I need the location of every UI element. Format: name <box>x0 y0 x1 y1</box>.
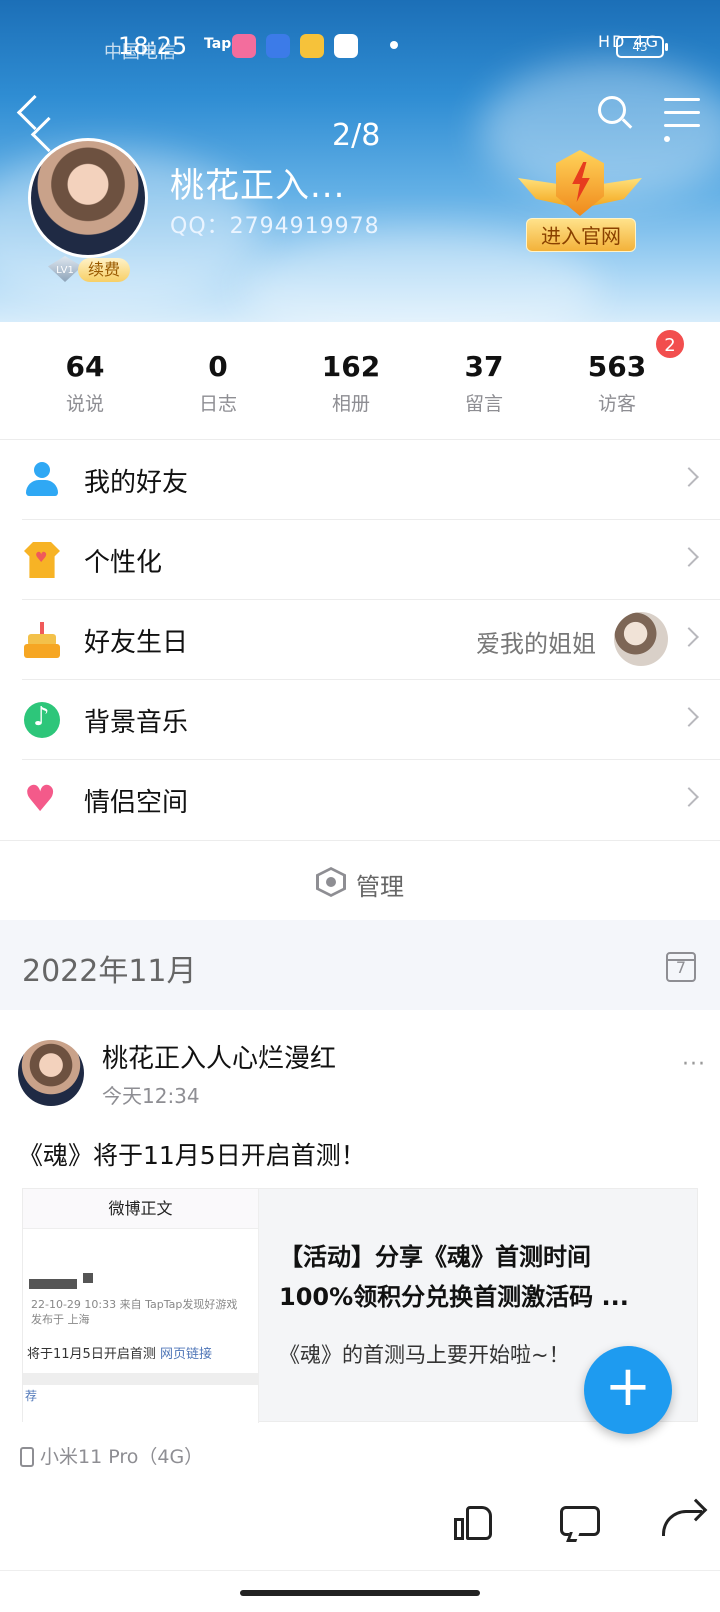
post-avatar[interactable] <box>18 1040 84 1106</box>
renew-button[interactable]: 续费 <box>78 258 130 282</box>
home-indicator[interactable] <box>240 1590 480 1596</box>
stats-bar: 64 说说 0 日志 162 相册 37 留言 563 访客 2 <box>0 322 720 440</box>
date-section: 2022年11月 7 <box>0 920 720 1010</box>
nickname: 桃花正入... <box>170 166 346 206</box>
stat-messages[interactable]: 37 留言 <box>429 350 539 416</box>
thumb-rec: 荐 <box>25 1389 38 1403</box>
stat-label: 访客 <box>597 393 636 415</box>
profile-header: 中国电信 18:25 Tap HD 4G 43 2/8 LV1 续费 桃花正入.… <box>0 0 720 322</box>
chevron-right-icon <box>679 787 699 807</box>
device-tag: 小米11 Pro（4G） <box>20 1442 203 1469</box>
menu-item-birthday[interactable]: 好友生日 爱我的姐姐 <box>0 600 720 680</box>
stat-label: 日志 <box>198 393 237 415</box>
bilibili-icon <box>232 34 256 58</box>
thumb-header: 微博正文 <box>23 1189 258 1229</box>
level-badge[interactable]: LV1 续费 <box>48 256 130 282</box>
stat-visitors[interactable]: 563 访客 2 <box>562 328 686 416</box>
chevron-right-icon <box>679 707 699 727</box>
post-content: 《魂》将于11月5日开启首测！ <box>18 1141 366 1170</box>
infinity-icon <box>266 34 290 58</box>
music-icon <box>24 702 60 738</box>
menu-item-label: 个性化 <box>84 548 163 578</box>
menu-item-label: 好友生日 <box>84 628 189 658</box>
heart-icon: ♥ <box>24 779 57 820</box>
like-icon[interactable] <box>452 1500 496 1544</box>
menu-item-music[interactable]: 背景音乐 <box>0 680 720 760</box>
comment-icon[interactable] <box>560 1500 604 1544</box>
back-icon[interactable] <box>16 96 60 146</box>
menu-item-label: 情侣空间 <box>84 788 189 818</box>
friends-icon <box>24 462 60 498</box>
stat-value: 64 <box>65 350 105 383</box>
search-icon[interactable] <box>598 96 634 132</box>
menu-icon[interactable] <box>664 98 700 142</box>
thumb-meta-line: 发布于 上海 <box>31 1313 90 1326</box>
thumb-meta-line: 22-10-29 10:33 来自 TapTap发现好游戏 <box>31 1298 238 1311</box>
thumb-meta: 22-10-29 10:33 来自 TapTap发现好游戏 发布于 上海 <box>31 1297 237 1327</box>
chevron-right-icon <box>679 627 699 647</box>
status-bar: 中国电信 18:25 Tap HD 4G 43 <box>0 30 720 64</box>
notification-dot-icon <box>390 41 398 49</box>
shirt-icon <box>24 542 60 578</box>
chevron-right-icon <box>679 547 699 567</box>
page-counter: 2/8 <box>332 118 381 153</box>
post-time: 今天12:34 <box>102 1084 200 1108</box>
phone-icon <box>20 1447 34 1467</box>
menu-item-friends[interactable]: 我的好友 <box>0 440 720 520</box>
official-site-label: 进入官网 <box>526 218 636 252</box>
stat-album[interactable]: 162 相册 <box>296 350 406 416</box>
feather-icon <box>334 34 358 58</box>
stat-value: 162 <box>321 350 381 383</box>
stat-value: 563 <box>587 350 647 383</box>
manage-button[interactable]: 管理 <box>0 840 720 920</box>
menu-list: 我的好友 个性化 好友生日 爱我的姐姐 背景音乐 ♥ 情侣空间 <box>0 440 720 840</box>
chevron-right-icon <box>679 467 699 487</box>
feed-post: 桃花正入人心烂漫红 今天12:34 ··· 《魂》将于11月5日开启首测！ 微博… <box>0 1010 720 1570</box>
stat-label: 留言 <box>464 393 503 415</box>
stat-shuoshuo[interactable]: 64 说说 <box>30 350 140 416</box>
calendar-icon[interactable]: 7 <box>666 952 696 982</box>
stat-label: 说说 <box>65 393 104 415</box>
official-site-button[interactable]: 进入官网 <box>518 150 642 254</box>
stat-label: 相册 <box>331 393 370 415</box>
birthday-friend-name: 爱我的姐姐 <box>476 630 596 658</box>
thumb-text: 将于11月5日开启首测 网页链接 <box>27 1347 212 1362</box>
share-icon[interactable] <box>662 1498 708 1544</box>
post-actions <box>0 1492 720 1552</box>
ticket-icon <box>300 34 324 58</box>
menu-item-personalize[interactable]: 个性化 <box>0 520 720 600</box>
level-diamond-icon: LV1 <box>48 256 82 282</box>
visitor-badge: 2 <box>654 328 686 360</box>
stat-value: 37 <box>464 350 504 383</box>
link-description: 《魂》的首测马上要开始啦~！ <box>279 1343 570 1367</box>
menu-item-label: 我的好友 <box>84 468 189 498</box>
avatar[interactable] <box>28 138 148 258</box>
more-options-icon[interactable]: ··· <box>682 1052 706 1077</box>
link-title: 【活动】分享《魂》首测时间 100%领积分兑换首测激活码 ... <box>279 1243 629 1311</box>
battery-icon: 43 <box>616 36 668 58</box>
stat-blog[interactable]: 0 日志 <box>163 350 273 416</box>
qq-number: QQ：2794919978 <box>170 214 380 239</box>
menu-item-couple[interactable]: ♥ 情侣空间 <box>0 760 720 840</box>
link-thumbnail: 微博正文 22-10-29 10:33 来自 TapTap发现好游戏 发布于 上… <box>23 1189 259 1423</box>
status-time: 18:25 <box>118 32 188 60</box>
manage-label: 管理 <box>356 873 404 901</box>
stat-value: 0 <box>208 350 228 383</box>
cake-icon <box>24 622 60 658</box>
thumb-link: 网页链接 <box>159 1347 212 1362</box>
settings-hex-icon <box>316 867 346 897</box>
tap-app-label: Tap <box>204 36 232 52</box>
menu-item-label: 背景音乐 <box>84 708 189 738</box>
add-post-button[interactable]: + <box>584 1346 672 1434</box>
friend-avatar <box>614 612 668 666</box>
date-title: 2022年11月 <box>22 954 197 989</box>
post-author[interactable]: 桃花正入人心烂漫红 <box>102 1038 336 1075</box>
